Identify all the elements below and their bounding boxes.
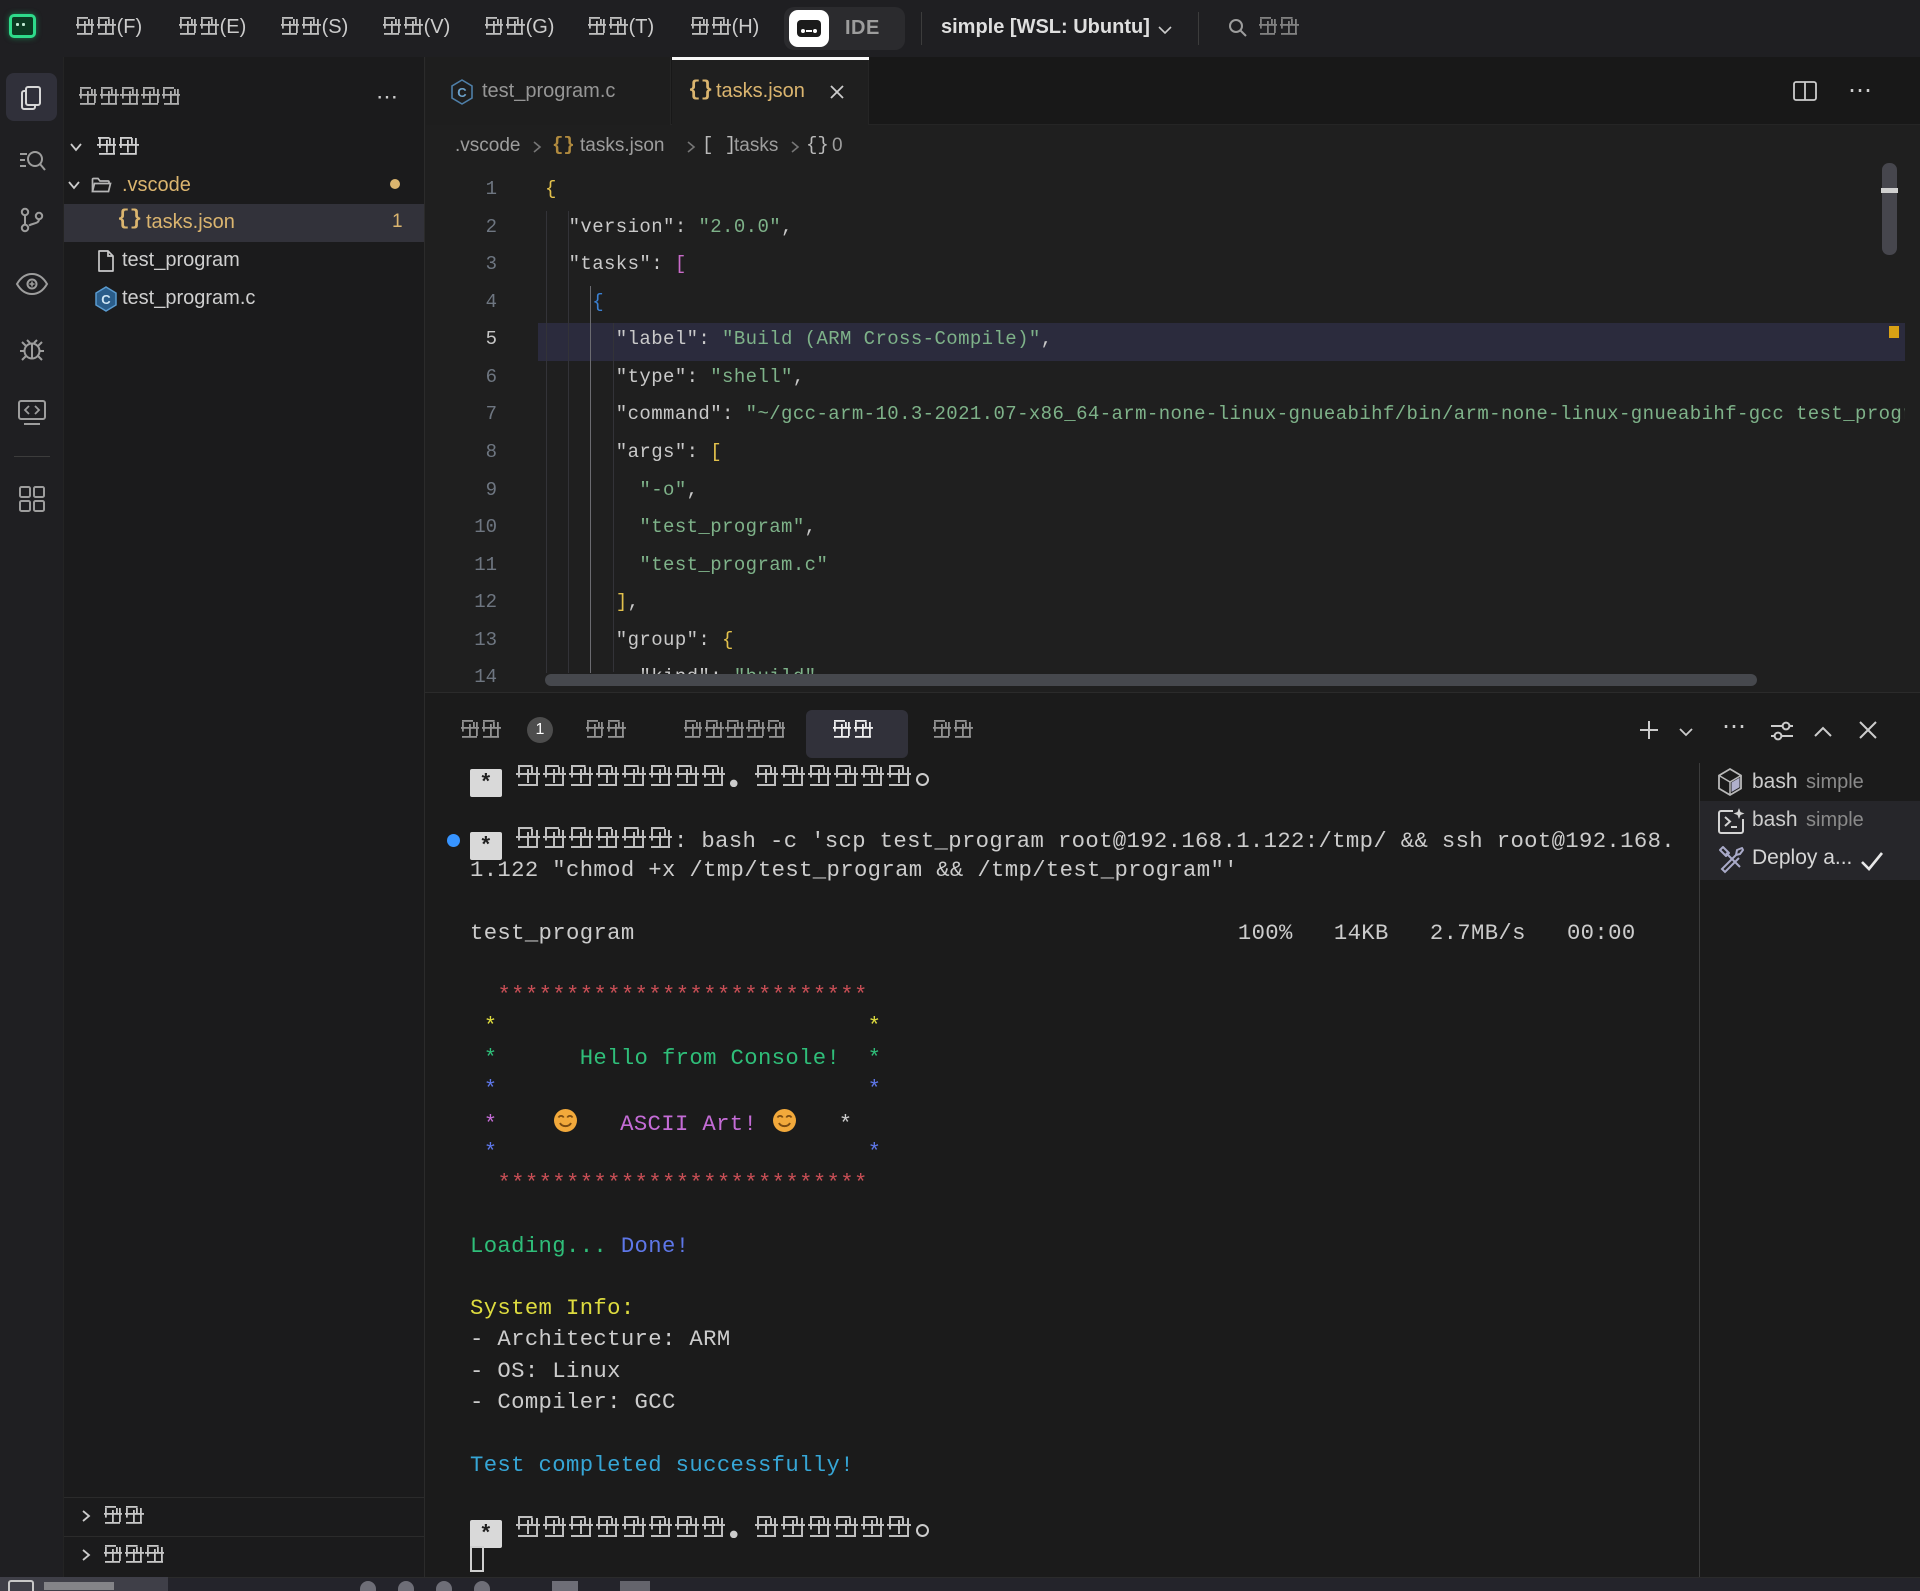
svg-text:C: C <box>457 85 467 100</box>
svg-text:C: C <box>101 292 111 307</box>
